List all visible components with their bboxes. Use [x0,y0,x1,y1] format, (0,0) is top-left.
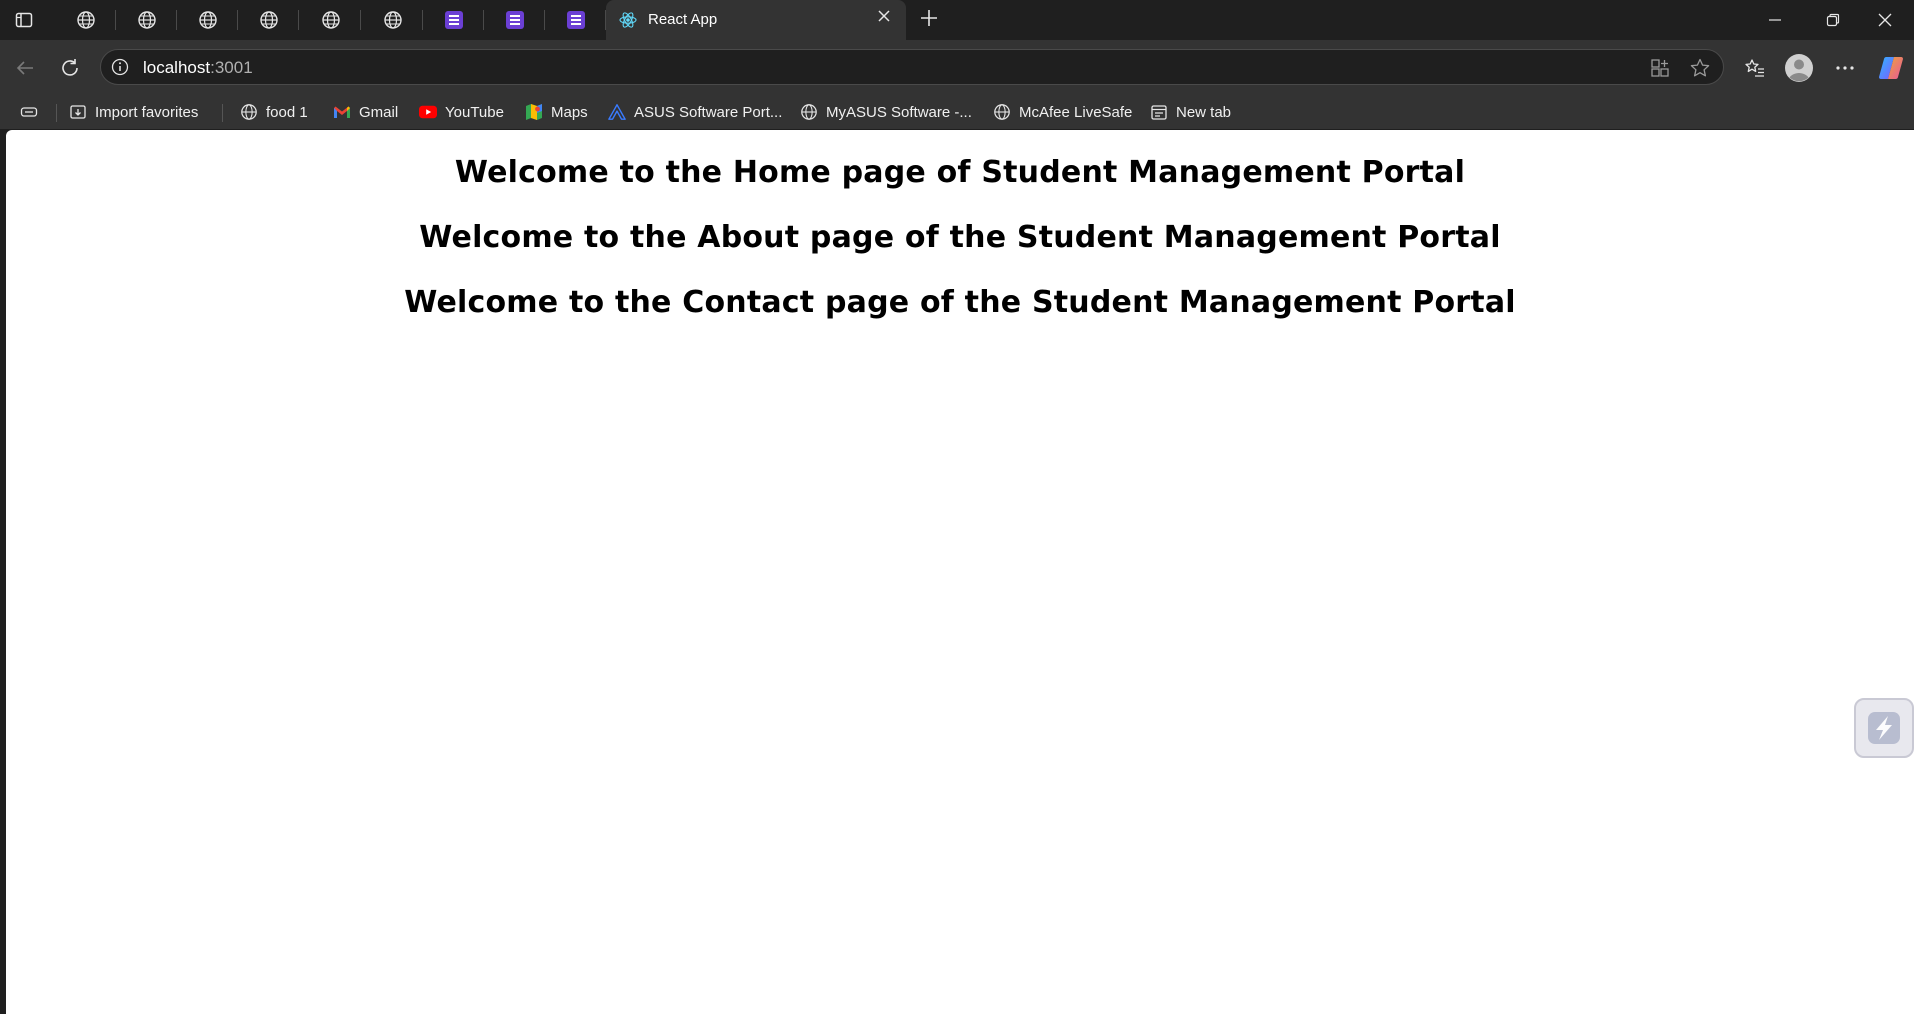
globe-icon [137,11,156,29]
refresh-button[interactable] [55,53,85,83]
address-bar[interactable]: localhost:3001 [100,49,1724,85]
add-favorite-star-icon[interactable] [1689,57,1711,79]
react-icon [619,12,637,28]
minimize-icon[interactable] [1746,0,1804,40]
globe-icon [383,11,402,29]
back-button[interactable] [10,53,40,83]
globe-icon [993,103,1011,121]
new-tab-button[interactable] [916,7,942,33]
globe-icon [800,103,818,121]
favorites-bar: Import favorites food 1 Gmail YouTube Ma… [0,95,1914,129]
globe-icon [321,11,340,29]
favorite-myasus-software[interactable]: MyASUS Software -... [800,102,972,122]
pinned-tab[interactable] [484,0,545,40]
more-options-button[interactable] [1830,53,1860,83]
favorite-label: YouTube [445,103,504,121]
pinned-tab[interactable] [177,0,238,40]
close-window-icon[interactable] [1856,0,1914,40]
copilot-icon [1879,57,1903,79]
about-heading: Welcome to the About page of the Student… [419,220,1501,255]
globe-icon [76,11,95,29]
avatar-icon [1785,54,1813,82]
profile-button[interactable] [1784,53,1814,83]
favorite-youtube[interactable]: YouTube [419,102,504,122]
forms-icon [505,11,524,29]
forms-icon [444,11,463,29]
pinned-tab[interactable] [545,0,606,40]
globe-icon [259,11,278,29]
gmail-icon [333,103,351,121]
tab-title: React App [648,11,718,28]
url-port: :3001 [210,58,253,77]
newtab-icon [1150,103,1168,121]
home-heading: Welcome to the Home page of Student Mana… [454,155,1466,190]
favorite-new-tab[interactable]: New tab [1150,102,1231,122]
favorite-label: food 1 [266,103,308,121]
page-viewport: Welcome to the Home page of Student Mana… [6,130,1914,1014]
ellipsis-icon [1836,66,1854,70]
collections-icon [20,103,38,121]
contact-heading: Welcome to the Contact page of the Stude… [404,285,1516,320]
close-tab-icon[interactable] [874,9,894,29]
favorites-star-list-icon [1745,59,1764,77]
app-available-icon[interactable] [1649,57,1671,79]
pinned-tab[interactable] [300,0,361,40]
collections-button[interactable] [20,102,38,122]
globe-icon [240,103,258,121]
asus-icon [608,103,626,121]
favorite-mcafee-livesafe[interactable]: McAfee LiveSafe [993,102,1132,122]
favorites-divider [222,104,223,122]
favorite-asus-software-portal[interactable]: ASUS Software Port... [608,102,782,122]
back-arrow-icon [16,61,33,75]
favorite-label: Import favorites [95,103,199,121]
pinned-tab[interactable] [238,0,299,40]
pinned-tab[interactable] [362,0,423,40]
favorite-label: ASUS Software Port... [634,103,783,121]
globe-icon [198,11,217,29]
import-icon [69,103,87,121]
youtube-icon [419,103,437,121]
favorite-maps[interactable]: Maps [525,102,588,122]
favorite-label: McAfee LiveSafe [1019,103,1133,121]
bolt-icon [1868,712,1900,744]
favorites-divider [56,104,57,122]
active-tab[interactable]: React App [606,0,906,40]
favorite-label: Maps [551,103,588,121]
tab-strip: React App [0,0,1914,40]
url-text[interactable]: localhost:3001 [143,58,253,78]
tab-actions-icon[interactable] [12,8,36,32]
restore-icon[interactable] [1804,0,1862,40]
favorites-button[interactable] [1740,53,1770,83]
forms-icon [566,11,585,29]
floating-tool-button[interactable] [1854,698,1914,758]
refresh-icon [62,59,78,76]
pinned-tab[interactable] [423,0,484,40]
pinned-tab[interactable] [116,0,177,40]
favorite-import-favorites[interactable]: Import favorites [69,102,198,122]
favorite-label: MyASUS Software -... [826,103,972,121]
favorite-gmail[interactable]: Gmail [333,102,398,122]
pinned-tab[interactable] [55,0,116,40]
favorite-food-1[interactable]: food 1 [240,102,308,122]
favorite-label: Gmail [359,103,399,121]
toolbar: localhost:3001 [0,40,1914,95]
copilot-button[interactable] [1876,53,1906,83]
favorite-label: New tab [1176,103,1232,121]
site-info-icon[interactable] [111,58,129,76]
maps-icon [525,103,543,121]
url-host: localhost [143,58,211,77]
